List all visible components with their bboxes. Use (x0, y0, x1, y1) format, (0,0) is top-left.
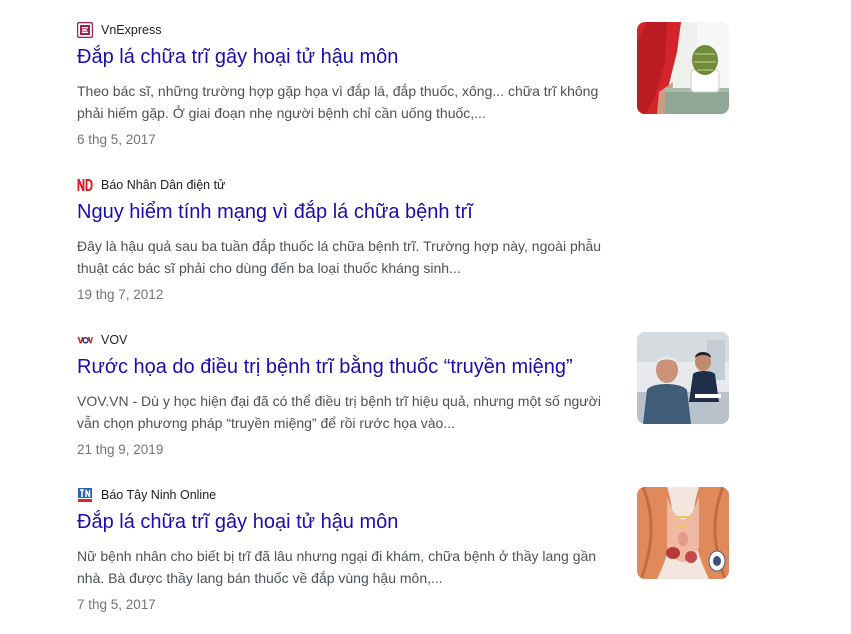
result-source[interactable]: Báo Tây Ninh Online (77, 487, 216, 503)
result-date: 6 thg 5, 2017 (77, 132, 156, 147)
result-source-name: Báo Nhân Dân điện tử (101, 178, 226, 192)
result-thumbnail[interactable] (637, 487, 729, 579)
result-source-name: VOV (101, 333, 128, 347)
result-date: 7 thg 5, 2017 (77, 597, 156, 612)
nhandan-favicon-icon (77, 177, 93, 193)
search-result: VnExpress Đắp lá chữa trĩ gây hoại tử hậ… (76, 21, 737, 152)
result-title-link[interactable]: Rước họa do điều trị bệnh trĩ bằng thuốc… (77, 354, 573, 380)
result-title-link[interactable]: Nguy hiểm tính mạng vì đắp lá chữa bệnh … (77, 199, 473, 225)
search-result: Báo Nhân Dân điện tử Nguy hiểm tính mạng… (77, 177, 737, 307)
result-snippet: Theo bác sĩ, những trường hợp gặp họa vì… (77, 83, 599, 121)
search-result: Báo Tây Ninh Online Đắp lá chữa trĩ gây … (77, 487, 737, 617)
result-thumbnail[interactable] (637, 22, 729, 114)
result-source[interactable]: Báo Nhân Dân điện tử (77, 177, 225, 193)
result-title-link[interactable]: Đắp lá chữa trĩ gây hoại tử hậu môn (77, 44, 398, 70)
result-source-name: Báo Tây Ninh Online (101, 488, 217, 502)
result-date: 21 thg 9, 2019 (77, 442, 164, 457)
result-snippet: Đây là hậu quả sau ba tuần đắp thuốc lá … (77, 238, 602, 276)
result-source[interactable]: VnExpress (76, 21, 162, 39)
search-result: VOV Rước họa do điều trị bệnh trĩ bằng t… (77, 332, 737, 462)
result-source[interactable]: VOV (77, 332, 127, 348)
tayninh-favicon-icon (77, 487, 93, 503)
vov-favicon-icon (77, 332, 93, 348)
result-date: 19 thg 7, 2012 (77, 287, 164, 302)
vnexpress-favicon-icon (76, 21, 94, 39)
result-thumbnail[interactable] (637, 332, 729, 424)
result-snippet: VOV.VN - Dù y học hiện đại đã có thể điề… (77, 393, 601, 431)
result-title-link[interactable]: Đắp lá chữa trĩ gây hoại tử hậu môn (77, 509, 398, 535)
result-source-name: VnExpress (101, 23, 162, 37)
result-snippet: Nữ bệnh nhân cho biết bị trĩ đã lâu nhưn… (77, 548, 597, 586)
